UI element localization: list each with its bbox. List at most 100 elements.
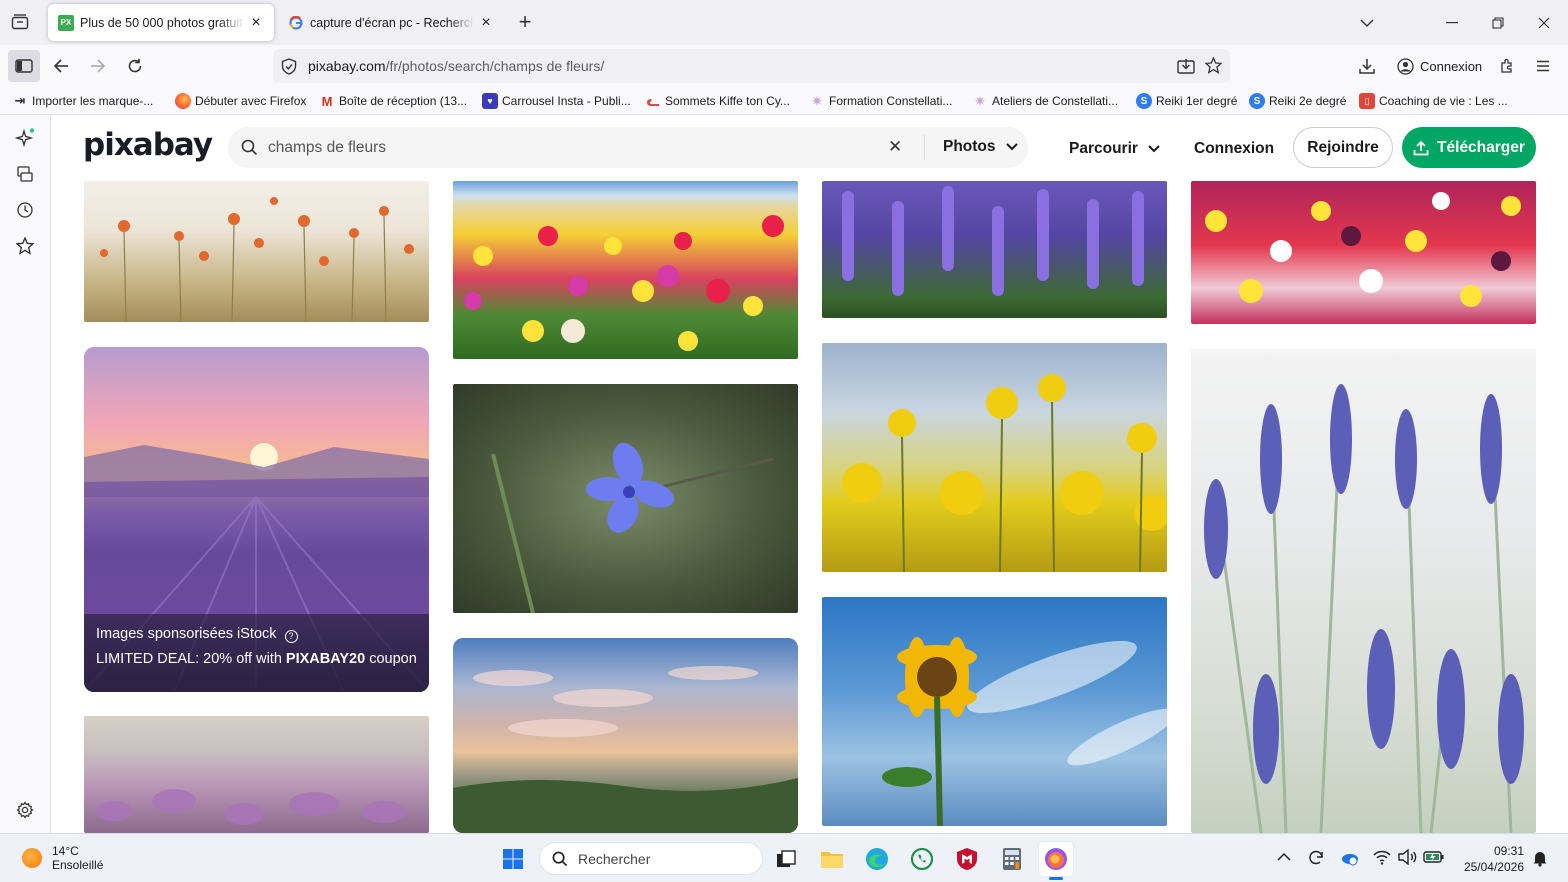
task-view-icon[interactable] — [769, 842, 803, 876]
bookmark-carrousel[interactable]: ♥ Carrousel Insta - Publi... — [482, 92, 631, 110]
bookmark-label: Importer les marque-... — [32, 94, 154, 108]
pixabay-logo[interactable]: pixabay — [83, 127, 213, 163]
sponsor-deal: LIMITED DEAL: 20% off with PIXABAY20 cou… — [96, 651, 417, 667]
bookmark-label: Reiki 2e degré — [1269, 94, 1347, 108]
list-all-tabs-icon[interactable] — [8, 10, 32, 34]
bookmark-label: Reiki 1er degré — [1156, 94, 1238, 108]
synced-tabs-icon[interactable] — [14, 163, 36, 185]
bookmark-coaching[interactable]: ▯ Coaching de vie : Les ... — [1359, 92, 1508, 110]
photo-rapeseed-field[interactable] — [822, 343, 1167, 572]
bookmark-firefox[interactable]: Débuter avec Firefox — [175, 92, 306, 110]
close-window-icon[interactable] — [1521, 0, 1567, 45]
extensions-puzzle-icon[interactable] — [1491, 50, 1523, 82]
search-input[interactable]: champs de fleurs — [268, 139, 386, 157]
join-button[interactable]: Rejoindre — [1293, 127, 1393, 168]
taskbar-search[interactable]: Rechercher — [539, 842, 763, 875]
windows-taskbar: 14°C Ensoleillé Rechercher 09:31 25/04/2… — [0, 833, 1568, 882]
minimize-icon[interactable] — [1429, 0, 1475, 45]
photo-sponsored-lavender-sunset[interactable]: Images sponsorisées iStock ? LIMITED DEA… — [84, 347, 429, 692]
media-type-dropdown[interactable]: Photos — [943, 138, 1018, 156]
bookmark-sommets[interactable]: ᓚ Sommets Kiffe ton Cy... — [645, 92, 789, 110]
firefox-taskbar-icon[interactable] — [1039, 842, 1073, 880]
photo-purple-salvia[interactable] — [822, 181, 1167, 318]
sidebar-toggle-icon[interactable] — [8, 50, 40, 82]
search-bar[interactable]: champs de fleurs ✕ Photos — [228, 127, 1028, 168]
sun-icon — [22, 848, 42, 868]
close-tab-icon[interactable]: × — [248, 14, 264, 31]
ai-sparkle-icon[interactable] — [14, 127, 36, 149]
volume-icon[interactable] — [1397, 848, 1417, 870]
clock-time: 09:31 — [1493, 844, 1524, 858]
sync-tray-icon[interactable] — [1306, 848, 1326, 873]
bookmark-label: Débuter avec Firefox — [195, 94, 307, 108]
save-to-pocket-icon[interactable] — [1177, 58, 1195, 79]
browse-menu[interactable]: Parcourir — [1069, 140, 1160, 158]
photo-lavender-closeup[interactable] — [1191, 349, 1536, 833]
photo-sunset-hills[interactable] — [453, 638, 798, 833]
tab-strip: PX Plus de 50 000 photos gratuites × cap… — [0, 0, 1568, 45]
site-security-shield-icon[interactable] — [281, 58, 297, 80]
mcafee-shield-icon[interactable] — [950, 842, 984, 876]
app-menu-icon[interactable] — [1527, 50, 1559, 82]
star-icon: ✷ — [974, 92, 986, 109]
bookmark-reiki-1[interactable]: S Reiki 1er degré — [1136, 92, 1237, 110]
tab-pixabay[interactable]: PX Plus de 50 000 photos gratuites × — [48, 4, 274, 41]
bookmark-star-icon[interactable] — [1204, 56, 1223, 79]
bookmark-formation[interactable]: ✷ Formation Constellati... — [809, 92, 952, 110]
bookmarks-star-icon[interactable] — [14, 235, 36, 257]
taskbar-search-label: Rechercher — [578, 850, 651, 867]
account-avatar-icon — [1397, 57, 1414, 75]
edge-browser-icon[interactable] — [860, 842, 894, 876]
bookmark-label: Boîte de réception (13... — [339, 94, 468, 108]
upload-button[interactable]: Télécharger — [1402, 127, 1536, 168]
account-signin-button[interactable]: Connexion — [1389, 50, 1485, 82]
downloads-icon[interactable] — [1351, 50, 1383, 82]
photo-chicory-flower[interactable] — [453, 384, 798, 613]
tab-overflow-chevron-icon[interactable] — [1344, 0, 1390, 45]
battery-charging-icon[interactable] — [1423, 850, 1445, 869]
active-app-indicator — [1049, 877, 1063, 880]
restore-icon[interactable] — [1475, 0, 1521, 45]
pixabay-favicon-icon: PX — [58, 14, 74, 31]
tab-google-search[interactable]: capture d'écran pc - Recherche × — [278, 4, 504, 41]
login-link[interactable]: Connexion — [1194, 140, 1274, 158]
forward-arrow-icon[interactable] — [82, 50, 114, 82]
onedrive-tray-icon[interactable] — [1340, 849, 1360, 872]
photo-lavender-meadow[interactable] — [84, 716, 429, 833]
reload-icon[interactable] — [119, 50, 151, 82]
s-icon: S — [1136, 93, 1152, 109]
weather-condition: Ensoleillé — [52, 858, 104, 872]
history-clock-icon[interactable] — [14, 199, 36, 221]
bookmark-import[interactable]: ⇥ Importer les marque-... — [12, 92, 154, 110]
photo-colorful-tulips[interactable] — [1191, 181, 1536, 324]
photo-tulip-field[interactable] — [453, 181, 798, 359]
windows-start-icon[interactable] — [496, 842, 530, 876]
url-bar[interactable]: pixabay.com/fr/photos/search/champs de f… — [273, 49, 1230, 83]
clear-search-icon[interactable]: ✕ — [888, 137, 902, 157]
bookmark-gmail[interactable]: M Boîte de réception (13... — [319, 92, 468, 110]
import-icon: ⇥ — [14, 93, 26, 108]
bookmark-reiki-2[interactable]: S Reiki 2e degré — [1249, 92, 1346, 110]
info-circle-icon[interactable]: ? — [284, 630, 298, 643]
new-tab-icon[interactable]: + — [513, 11, 537, 35]
show-hidden-icons-chevron-icon[interactable] — [1277, 849, 1291, 867]
bookmark-ateliers[interactable]: ✷ Ateliers de Constellati... — [972, 92, 1118, 110]
bookmark-label: Ateliers de Constellati... — [992, 94, 1119, 108]
whatsapp-icon[interactable] — [905, 842, 939, 876]
gmail-icon: M — [321, 93, 333, 109]
weather-widget[interactable]: 14°C Ensoleillé — [22, 844, 103, 872]
photo-sunflower-sky[interactable] — [822, 597, 1167, 826]
photo-poppy-wheat-field[interactable] — [84, 181, 429, 322]
system-clock[interactable]: 09:31 25/04/2026 — [1458, 843, 1524, 875]
bookmark-label: Carrousel Insta - Publi... — [502, 94, 631, 108]
sidebar-settings-gear-icon[interactable] — [14, 799, 36, 821]
notifications-bell-icon[interactable] — [1532, 849, 1548, 872]
back-arrow-icon[interactable] — [45, 50, 77, 82]
file-explorer-icon[interactable] — [815, 842, 849, 876]
url-path: /fr/photos/search/champs de fleurs/ — [385, 58, 605, 74]
bookmark-label: Formation Constellati... — [829, 94, 953, 108]
calculator-icon[interactable] — [995, 842, 1029, 876]
google-favicon-icon — [288, 15, 304, 31]
close-tab-icon[interactable]: × — [478, 14, 494, 31]
wifi-icon[interactable] — [1373, 849, 1391, 870]
